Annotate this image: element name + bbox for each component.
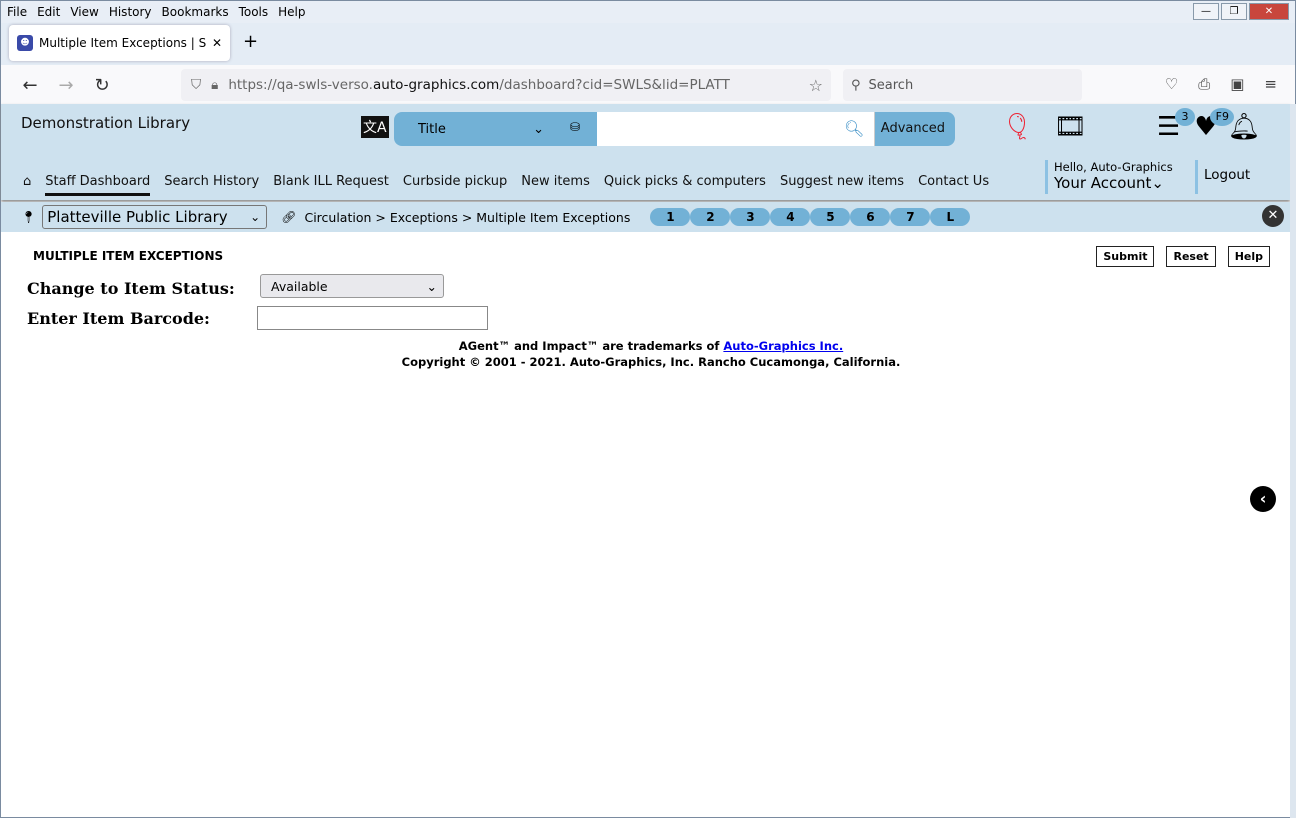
menu-bar: File Edit View History Bookmarks Tools H… xyxy=(1,1,1295,23)
browser-search-input[interactable]: ⚲ Search xyxy=(843,69,1082,101)
menu-tools[interactable]: Tools xyxy=(239,5,269,19)
menu-view[interactable]: View xyxy=(70,5,98,19)
copyright-text: Copyright © 2001 - 2021. Auto-Graphics, … xyxy=(401,355,901,369)
reset-button[interactable]: Reset xyxy=(1166,246,1216,267)
library-name: Demonstration Library xyxy=(21,114,191,132)
url-bar[interactable]: ⛉ 🔒︎ https://qa-swls-verso.auto-graphics.c… xyxy=(181,69,831,101)
maximize-button[interactable]: ❐ xyxy=(1221,3,1247,20)
quick-tab-4[interactable]: 4 xyxy=(770,208,811,226)
database-icon[interactable]: ⛁ xyxy=(570,120,580,134)
search-icon[interactable]: 🔍︎ xyxy=(844,119,864,138)
submit-button[interactable]: Submit xyxy=(1096,246,1155,267)
help-button[interactable]: Help xyxy=(1227,246,1270,267)
lock-icon: 🔒︎ xyxy=(211,77,219,93)
close-tab-icon[interactable]: ✕ xyxy=(212,36,222,50)
item-status-select[interactable]: Available ⌄ xyxy=(260,274,444,298)
nav-suggest-new-items[interactable]: Suggest new items xyxy=(780,174,904,196)
back-button[interactable]: ← xyxy=(15,75,45,96)
new-tab-button[interactable]: + xyxy=(243,31,258,52)
menu-bookmarks[interactable]: Bookmarks xyxy=(162,5,229,19)
bookmark-star-icon[interactable]: ☆ xyxy=(809,76,823,95)
forward-button[interactable]: → xyxy=(51,75,81,96)
search-type-select[interactable]: Title ⌄ xyxy=(394,122,554,137)
favicon-icon: ☻ xyxy=(17,35,33,51)
shield-icon: ⛉ xyxy=(191,77,202,93)
quick-tab-3[interactable]: 3 xyxy=(730,208,771,226)
list-icon[interactable]: ☰ 3 xyxy=(1157,108,1196,142)
breadcrumb: Circulation > Exceptions > Multiple Item… xyxy=(304,209,631,225)
logout-link[interactable]: Logout xyxy=(1195,160,1250,194)
close-window-button[interactable]: ✕ xyxy=(1249,3,1289,20)
nav-search-history[interactable]: Search History xyxy=(164,174,259,196)
chevron-left-icon[interactable]: ‹ xyxy=(1250,486,1276,512)
heart-icon[interactable]: ♥ F9 xyxy=(1194,108,1235,142)
auto-graphics-link[interactable]: Auto-Graphics Inc. xyxy=(723,339,843,353)
browser-tab[interactable]: ☻ Multiple Item Exceptions | SWLS ✕ xyxy=(9,25,230,61)
quick-tab-5[interactable]: 5 xyxy=(810,208,851,226)
list-badge: 3 xyxy=(1175,108,1196,126)
menu-edit[interactable]: Edit xyxy=(37,5,60,19)
nav-new-items[interactable]: New items xyxy=(521,174,590,196)
app-header: Demonstration Library 文A Title ⌄ ⛁ 🔍︎ Adv… xyxy=(1,104,1290,200)
quick-tab-L[interactable]: L xyxy=(930,208,971,226)
quick-tab-1[interactable]: 1 xyxy=(650,208,691,226)
catalog-search-input[interactable] xyxy=(597,112,875,146)
reload-button[interactable]: ↻ xyxy=(87,75,117,96)
trademark-text: AGent™ and Impact™ are trademarks of Aut… xyxy=(458,339,844,353)
scrollbar[interactable] xyxy=(1290,104,1296,818)
barcode-input[interactable] xyxy=(257,306,488,330)
advanced-search-button[interactable]: Advanced xyxy=(881,121,945,136)
search-icon: ⚲ xyxy=(851,77,861,93)
nav-contact-us[interactable]: Contact Us xyxy=(918,174,989,196)
location-select[interactable]: Platteville Public Library ⌄ xyxy=(42,205,268,229)
quick-tab-2[interactable]: 2 xyxy=(690,208,731,226)
page-title: MULTIPLE ITEM EXCEPTIONS xyxy=(33,249,224,263)
minimize-button[interactable]: — xyxy=(1193,3,1219,20)
item-status-label: Change to Item Status: xyxy=(27,279,235,298)
quick-tab-7[interactable]: 7 xyxy=(890,208,931,226)
close-icon[interactable]: ✕ xyxy=(1262,205,1284,227)
location-pin-icon: 📍︎ xyxy=(21,210,37,224)
barcode-label: Enter Item Barcode: xyxy=(27,309,210,328)
menu-icon[interactable]: ≡ xyxy=(1264,75,1277,93)
quick-tab-6[interactable]: 6 xyxy=(850,208,891,226)
menu-file[interactable]: File xyxy=(7,5,27,19)
film-search-icon[interactable]: 🎞︎ xyxy=(1054,112,1087,142)
nav-curbside-pickup[interactable]: Curbside pickup xyxy=(403,174,507,196)
account-menu[interactable]: Hello, Auto-Graphics Your Account⌄ xyxy=(1045,160,1173,194)
home-icon[interactable]: ⌂ xyxy=(23,174,31,196)
nav-staff-dashboard[interactable]: Staff Dashboard xyxy=(45,174,151,196)
pocket-icon[interactable]: ♡ xyxy=(1165,75,1178,93)
balloon-icon[interactable]: 🎈︎ xyxy=(1001,112,1034,142)
tab-title: Multiple Item Exceptions | SWLS xyxy=(39,36,206,50)
extension-icon[interactable]: ▣ xyxy=(1230,75,1244,93)
nav-quick-picks[interactable]: Quick picks & computers xyxy=(604,174,766,196)
translate-icon[interactable]: 文A xyxy=(361,116,389,138)
print-icon[interactable]: ⎙ xyxy=(1198,75,1210,93)
menu-help[interactable]: Help xyxy=(278,5,305,19)
menu-history[interactable]: History xyxy=(109,5,152,19)
nav-blank-ill-request[interactable]: Blank ILL Request xyxy=(273,174,389,196)
link-icon: 🔗︎ xyxy=(281,210,297,224)
